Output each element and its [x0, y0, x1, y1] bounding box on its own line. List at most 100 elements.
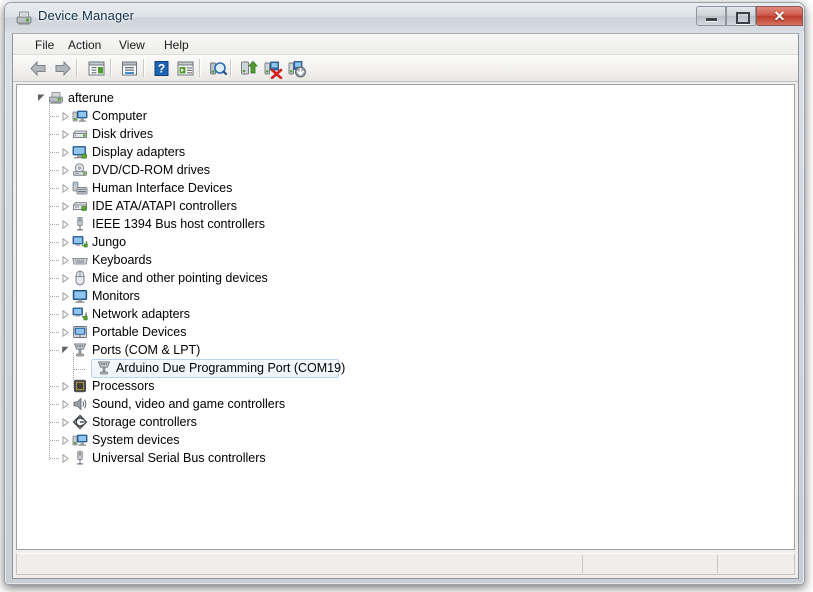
tree-connector [50, 116, 60, 117]
tree-label-usb-controllers: Universal Serial Bus controllers [92, 450, 266, 466]
menu-view[interactable]: View [114, 37, 150, 53]
chevron-expanded-icon[interactable] [61, 346, 70, 355]
tree-label-ide-controllers: IDE ATA/ATAPI controllers [92, 198, 237, 214]
uninstall-device-icon [262, 58, 283, 79]
chevron-collapsed-icon[interactable] [61, 184, 70, 193]
tree-connector [50, 440, 60, 441]
tree-label-root: afterune [68, 90, 114, 106]
tree-label-system-devices: System devices [92, 432, 180, 448]
window-title: Device Manager [38, 8, 134, 23]
status-divider-2 [717, 555, 718, 573]
chevron-collapsed-icon[interactable] [61, 238, 70, 247]
processor-icon [72, 378, 88, 394]
chevron-expanded-icon[interactable] [37, 94, 46, 103]
forward-button[interactable] [51, 57, 74, 80]
minimize-icon [706, 18, 717, 21]
menu-action[interactable]: Action [63, 37, 106, 53]
display-adapter-icon [72, 144, 88, 160]
network-adapter-icon [72, 306, 88, 322]
chevron-collapsed-icon[interactable] [61, 328, 70, 337]
arrow-right-icon [52, 58, 73, 79]
chevron-collapsed-icon[interactable] [61, 130, 70, 139]
mouse-icon [72, 270, 88, 286]
storage-controller-icon [72, 414, 88, 430]
menu-file[interactable]: File [30, 37, 59, 53]
properties-icon [119, 58, 140, 79]
help-button[interactable]: ? [150, 57, 173, 80]
client-area: File Action View Help [12, 33, 799, 579]
tree-connector [50, 242, 60, 243]
monitor-icon [72, 288, 88, 304]
close-button[interactable]: ✕ [756, 6, 803, 26]
tree-connector [50, 350, 60, 351]
toolbar-separator-4 [199, 59, 201, 77]
tree-connector [50, 332, 60, 333]
update-driver-button[interactable] [237, 57, 260, 80]
arrow-left-icon [28, 58, 49, 79]
tree-label-mice: Mice and other pointing devices [92, 270, 268, 286]
tree-connector [50, 458, 60, 459]
jungo-icon [72, 234, 88, 250]
tree-label-keyboards: Keyboards [92, 252, 152, 268]
uninstall-device-button[interactable] [261, 57, 284, 80]
tree-connector [74, 369, 85, 370]
update-driver-icon [238, 58, 259, 79]
show-console-tree-button[interactable] [174, 57, 197, 80]
toolbar-separator-2 [110, 59, 112, 77]
chevron-collapsed-icon[interactable] [61, 382, 70, 391]
back-button[interactable] [27, 57, 50, 80]
tree-connector [50, 296, 60, 297]
system-device-icon [72, 432, 88, 448]
maximize-button[interactable] [726, 6, 756, 26]
tree-connector [50, 206, 60, 207]
tree-connector [50, 134, 60, 135]
minimize-button[interactable] [696, 6, 726, 26]
menu-help[interactable]: Help [159, 37, 194, 53]
chevron-collapsed-icon[interactable] [61, 112, 70, 121]
tree-label-processors: Processors [92, 378, 155, 394]
scan-magnifier-icon [207, 58, 228, 79]
toolbar-separator-5 [230, 59, 232, 77]
scan-hardware-changes-button[interactable] [206, 57, 229, 80]
properties-button[interactable] [118, 57, 141, 80]
close-icon: ✕ [757, 7, 802, 25]
title-bar[interactable]: Device Manager ✕ [5, 3, 804, 33]
chevron-collapsed-icon[interactable] [61, 202, 70, 211]
chevron-collapsed-icon[interactable] [61, 274, 70, 283]
enable-device-icon [286, 58, 307, 79]
chevron-collapsed-icon[interactable] [61, 400, 70, 409]
chevron-collapsed-icon[interactable] [61, 418, 70, 427]
status-divider-1 [582, 555, 583, 573]
computer-icon [72, 108, 88, 124]
disk-drive-icon [72, 126, 88, 142]
chevron-collapsed-icon[interactable] [61, 166, 70, 175]
console-tree-icon [175, 58, 196, 79]
status-bar [16, 553, 795, 575]
keyboard-icon [72, 252, 88, 268]
toolbar-separator-1 [76, 59, 78, 77]
dvd-drive-icon [72, 162, 88, 178]
chevron-collapsed-icon[interactable] [61, 454, 70, 463]
enable-device-button[interactable] [285, 57, 308, 80]
device-tree[interactable]: afterune Computer [16, 84, 795, 550]
device-manager-window: Device Manager ✕ File Action View Help [4, 2, 805, 585]
tree-label-sound-controllers: Sound, video and game controllers [92, 396, 285, 412]
chevron-collapsed-icon[interactable] [61, 220, 70, 229]
tree-connector [50, 170, 60, 171]
ieee1394-icon [72, 216, 88, 232]
toolbar: ? [13, 55, 798, 82]
chevron-collapsed-icon[interactable] [61, 148, 70, 157]
computer-root-icon [48, 90, 64, 106]
help-question-icon: ? [151, 58, 172, 79]
tree-label-display-adapters: Display adapters [92, 144, 185, 160]
chevron-collapsed-icon[interactable] [61, 436, 70, 445]
toolbar-separator-3 [143, 59, 145, 77]
tree-label-monitors: Monitors [92, 288, 140, 304]
chevron-collapsed-icon[interactable] [61, 310, 70, 319]
show-tree-button[interactable] [85, 57, 108, 80]
usb-controller-icon [72, 450, 88, 466]
chevron-collapsed-icon[interactable] [61, 256, 70, 265]
tree-connector [50, 422, 60, 423]
chevron-collapsed-icon[interactable] [61, 292, 70, 301]
tree-connector [50, 278, 60, 279]
